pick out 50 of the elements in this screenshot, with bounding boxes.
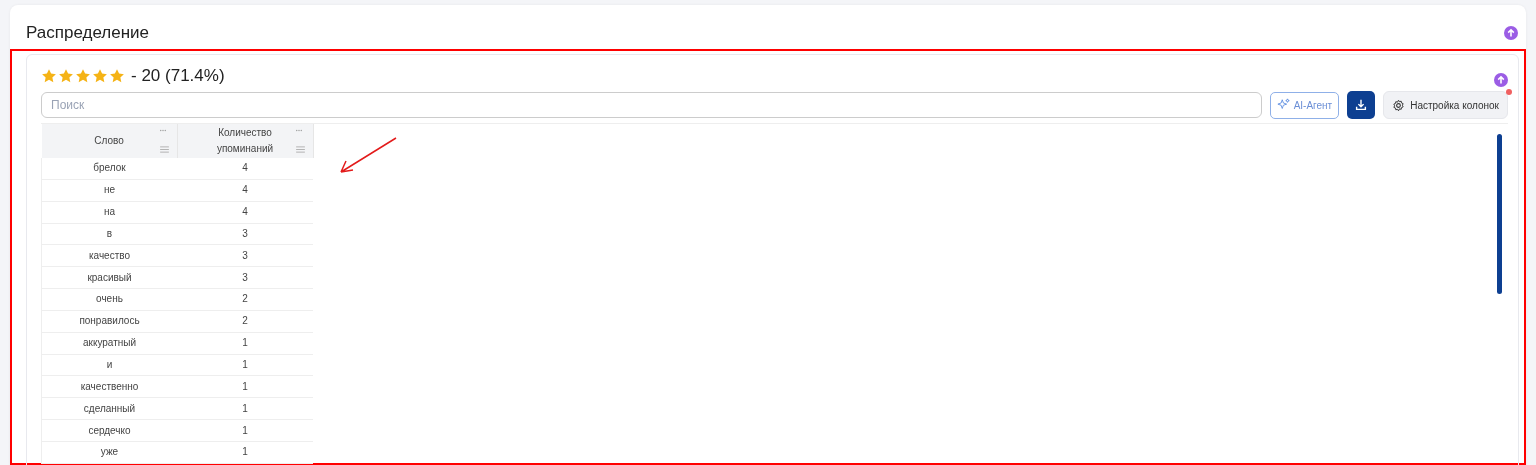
table-cell: сердечко [41,419,177,442]
table-cell: в [41,223,177,245]
menu-icon[interactable] [295,146,305,153]
table-cell: 1 [177,441,313,464]
table-cell: понравилось [41,310,177,333]
table-cell: 3 [177,223,313,245]
table-cell: очень [41,288,177,311]
table-cell: красивый [41,266,177,289]
star-icon [41,68,57,84]
table-cell: 2 [177,288,313,311]
menu-icon[interactable] [159,146,169,153]
table-cell: и [41,354,177,376]
table-cell: 1 [177,354,313,376]
settings-icon [1392,98,1406,112]
table-cell: качественно [41,375,177,398]
table-cell: 1 [177,375,313,398]
annotation-arrow [338,136,398,176]
more-icon[interactable] [294,129,303,132]
more-icon[interactable] [158,129,167,132]
table-cell: аккуратный [41,332,177,355]
scrollbar[interactable] [1497,134,1502,294]
column-header[interactable]: Количество упоминаний [177,124,313,158]
table-cell: 3 [177,244,313,267]
scroll-up-icon[interactable] [1494,73,1508,87]
table-cell: 1 [177,397,313,420]
table-cell: 1 [177,419,313,442]
table-cell: 2 [177,310,313,333]
star-icon [92,68,108,84]
column-header[interactable]: Слово [41,124,177,158]
download-icon [1354,98,1369,112]
star-icon [109,68,125,84]
section-title: Распределение [26,23,149,43]
table-cell: 3 [177,266,313,289]
table-cell: 1 [177,332,313,355]
table-cell: 4 [177,158,313,180]
star-icon [75,68,91,84]
table-cell: уже [41,441,177,464]
table-cell: на [41,201,177,223]
scroll-up-icon[interactable] [1504,26,1518,40]
table-cell: сделанный [41,397,177,420]
sparkle-icon [1276,98,1291,112]
table-cell: 4 [177,201,313,223]
download-button[interactable] [1347,91,1376,119]
table-cell: качество [41,244,177,267]
table-cell: не [41,179,177,202]
search-field[interactable]: Поиск [41,92,1262,118]
star-icon [58,68,74,84]
table-cell: 4 [177,179,313,202]
rating-summary: - 20 (71.4%) [131,66,225,86]
table-cell: брелок [41,158,177,180]
